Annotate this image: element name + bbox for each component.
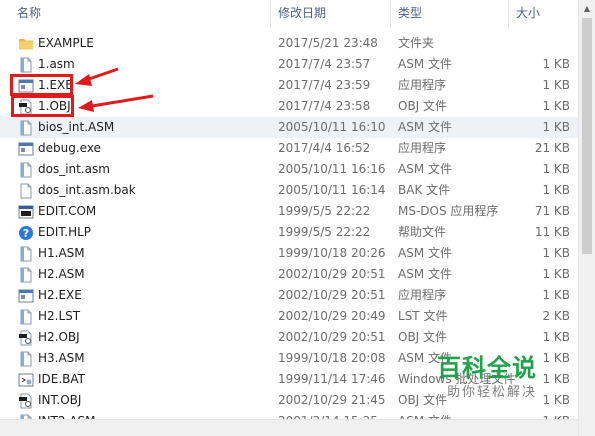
horizontal-scrollbar[interactable] <box>0 419 578 436</box>
watermark-title: 百科全说 <box>437 354 537 382</box>
watermark-subtitle: 助你轻松解决 <box>447 385 538 400</box>
annotation-arrow <box>85 67 119 82</box>
scrollbar-thumb[interactable] <box>582 18 592 254</box>
vertical-scrollbar[interactable]: ▲ <box>578 0 595 436</box>
scroll-up-icon[interactable]: ▲ <box>579 0 595 17</box>
annotation-arrowhead <box>78 100 94 112</box>
annotation-arrow <box>91 94 154 108</box>
annotation-arrowhead <box>75 74 92 86</box>
watermark-logo: 百科全说 助你轻松解决 <box>437 354 557 414</box>
